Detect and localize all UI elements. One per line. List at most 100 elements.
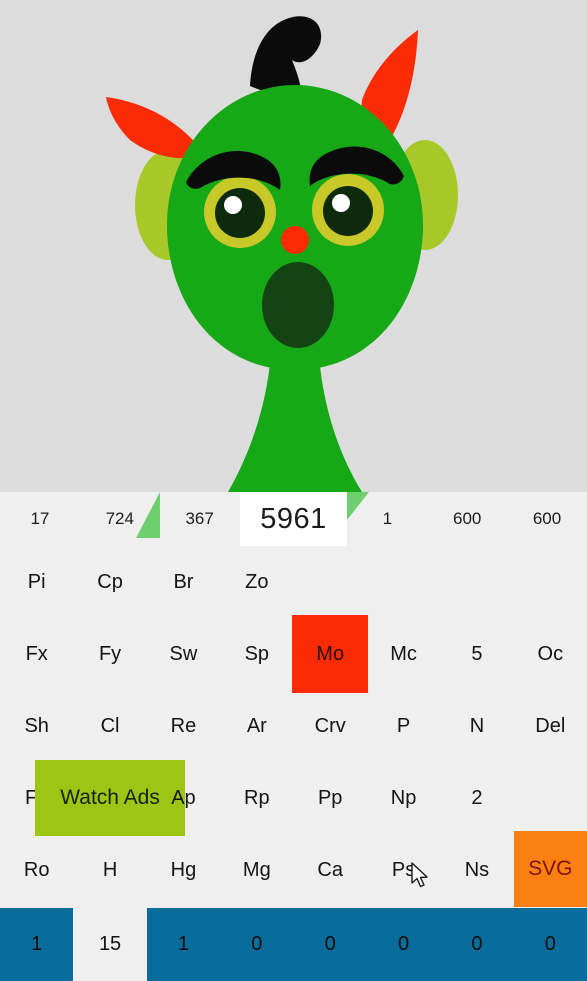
grid-button-cl[interactable]: Cl (73, 690, 146, 762)
grid-row-3: Fb Watch Ads Ap Rp Pp Np 2 (0, 760, 587, 836)
grid-button-fy[interactable]: Fy (73, 618, 146, 690)
grid-button-label: 5 (471, 642, 483, 665)
grid-button-label: Br (173, 570, 194, 593)
grid-button-pp[interactable]: Pp (294, 762, 367, 834)
eye-right-glint (332, 194, 350, 212)
grid-cell-empty-0-7 (514, 546, 587, 618)
grid-button-ps[interactable]: Ps (367, 834, 440, 906)
eye-left-pupil (215, 188, 265, 238)
grid-button-watch-ads-wrap[interactable]: Watch Ads (35, 760, 186, 836)
grid-button-label: Np (390, 786, 417, 809)
grid-row-4: Ro H Hg Mg Ca Ps Ns SVG (0, 831, 587, 907)
grid-button-mo[interactable]: Mo (292, 615, 369, 693)
grid-button-ro[interactable]: Ro (0, 834, 73, 906)
grid-button-label: Ns (464, 858, 490, 881)
stat-value-1: 724 (105, 509, 134, 528)
grid-button-label: Pp (317, 786, 343, 809)
grid-button-sh[interactable]: Sh (0, 690, 73, 762)
grid-button-rp[interactable]: Rp (220, 762, 293, 834)
grid-button-label: Pi (27, 570, 46, 593)
monster-avatar-illustration (106, 16, 458, 492)
counter-cell-5[interactable]: 0 (366, 908, 441, 981)
app-screen: 17 724 367 5961 1 600 600 Pi Cp Br Zo Fx… (0, 0, 587, 981)
grid-row-2: Sh Cl Re Ar Crv P N Del (0, 690, 587, 762)
grid-button-zo[interactable]: Zo (220, 546, 293, 618)
grid-button-ar[interactable]: Ar (220, 690, 293, 762)
grid-button-label: Del (535, 714, 566, 737)
counter-cell-7[interactable]: 0 (513, 908, 587, 981)
grid-button-5[interactable]: 5 (440, 618, 513, 690)
grid-button-fx[interactable]: Fx (0, 618, 73, 690)
grid-button-re[interactable]: Re (147, 690, 220, 762)
grid-button-pi[interactable]: Pi (0, 546, 73, 618)
stat-value-6: 600 (532, 509, 562, 528)
grid-button-label: N (469, 714, 485, 737)
counter-value: 0 (398, 933, 410, 955)
stat-value-score: 5961 (260, 502, 327, 535)
stat-value-0: 17 (30, 509, 50, 528)
eye-right-pupil (323, 186, 373, 236)
counter-value: 0 (471, 933, 483, 955)
grid-button-hg[interactable]: Hg (147, 834, 220, 906)
stat-cell-0[interactable]: 17 (0, 492, 80, 546)
nose-shape (281, 226, 309, 254)
grid-button-label: P (396, 714, 411, 737)
counter-cell-3[interactable]: 0 (220, 908, 294, 981)
grid-button-n[interactable]: N (440, 690, 513, 762)
grid-button-crv[interactable]: Crv (294, 690, 367, 762)
counter-cell-4[interactable]: 0 (293, 908, 367, 981)
grid-button-label: H (102, 858, 118, 881)
grid-cell-empty-0-5 (367, 546, 440, 618)
grid-button-sp[interactable]: Sp (220, 618, 293, 690)
grid-button-np[interactable]: Np (367, 762, 440, 834)
grid-button-label: Oc (537, 642, 564, 665)
counter-cell-6[interactable]: 0 (440, 908, 514, 981)
counter-cell-0[interactable]: 1 (0, 908, 74, 981)
grid-button-2[interactable]: 2 (440, 762, 513, 834)
counter-value: 0 (251, 933, 263, 955)
counter-cell-1[interactable]: 15 (73, 908, 147, 981)
grid-button-sw[interactable]: Sw (147, 618, 220, 690)
grid-row-1: Fx Fy Sw Sp Mo Mc 5 Oc (0, 615, 587, 693)
stat-cell-6[interactable]: 600 (507, 492, 587, 546)
stat-cell-2[interactable]: 367 (135, 492, 240, 546)
grid-button-ap[interactable]: Ap (147, 762, 220, 834)
svg-button[interactable]: SVG (513, 831, 587, 907)
grid-button-h[interactable]: H (73, 834, 146, 906)
counter-value: 1 (177, 933, 189, 955)
counter-value: 1 (31, 933, 43, 955)
grid-button-label: Fx (25, 642, 48, 665)
grid-button-mo-wrap[interactable]: Mo (292, 615, 369, 693)
grid-button-br[interactable]: Br (147, 546, 220, 618)
grid-button-label: Ca (317, 858, 343, 881)
avatar-stage[interactable] (0, 0, 587, 492)
grid-button-label: Zo (245, 570, 269, 593)
grid-button-svg-wrap[interactable]: SVG (513, 831, 587, 907)
stat-value-4: 1 (382, 509, 393, 528)
grid-button-label: Cp (97, 570, 123, 593)
stat-cell-score-highlight[interactable]: 5961 (239, 492, 370, 546)
grid-button-cp[interactable]: Cp (73, 546, 146, 618)
grid-button-label: Ro (23, 858, 50, 881)
stat-value-5: 600 (452, 509, 482, 528)
grid-button-p[interactable]: P (367, 690, 440, 762)
grid-cell-empty-0-6 (440, 546, 513, 618)
accent-triangle-right (347, 492, 370, 520)
grid-row-0: Pi Cp Br Zo (0, 546, 587, 618)
counter-cell-2[interactable]: 1 (146, 908, 221, 981)
grid-button-label: Hg (170, 858, 197, 881)
grid-button-oc[interactable]: Oc (514, 618, 587, 690)
grid-button-label: Ps (391, 858, 416, 881)
grid-button-ns[interactable]: Ns (440, 834, 513, 906)
counter-value: 0 (544, 933, 556, 955)
counter-value: 15 (98, 933, 122, 955)
grid-button-mc[interactable]: Mc (367, 618, 440, 690)
grid-button-ca[interactable]: Ca (294, 834, 367, 906)
grid-button-mg[interactable]: Mg (220, 834, 293, 906)
grid-button-del[interactable]: Del (514, 690, 587, 762)
grid-button-label: Mc (390, 642, 417, 665)
grid-button-label: Cl (100, 714, 120, 737)
grid-button-label: Ap (171, 786, 196, 809)
stat-cell-5[interactable]: 600 (427, 492, 507, 546)
eye-left-glint (224, 196, 242, 214)
